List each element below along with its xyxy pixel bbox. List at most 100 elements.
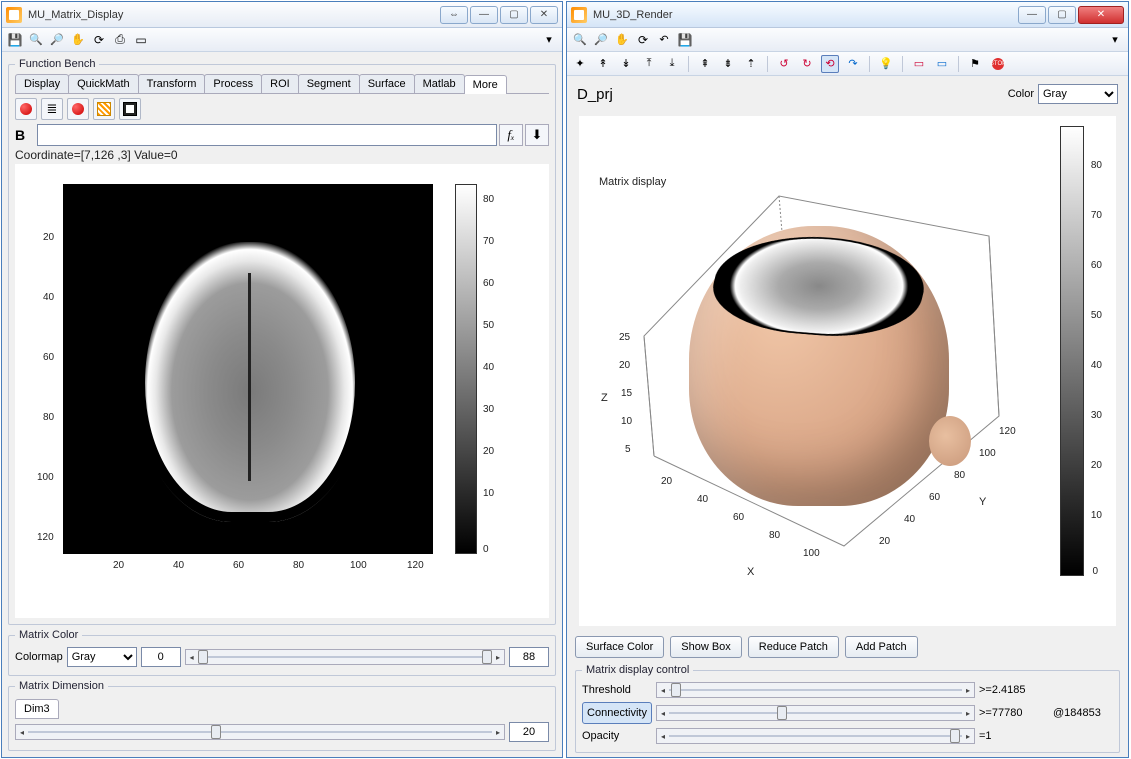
colormap-select[interactable]: Gray bbox=[67, 647, 137, 667]
xtick: 80 bbox=[769, 530, 780, 541]
doc-icon[interactable] bbox=[132, 31, 150, 49]
tab-matlab[interactable]: Matlab bbox=[414, 74, 465, 93]
box1-icon[interactable]: ▭ bbox=[910, 55, 928, 73]
rot4-icon[interactable]: ↷ bbox=[844, 55, 862, 73]
cbtick3d: 80 bbox=[1091, 160, 1102, 171]
maximize-button[interactable]: ▢ bbox=[1048, 6, 1076, 24]
tab-process[interactable]: Process bbox=[204, 74, 262, 93]
menu-chevron-icon[interactable]: ▾ bbox=[540, 31, 558, 49]
cbtick: 20 bbox=[483, 446, 494, 457]
bars-icon[interactable] bbox=[41, 98, 63, 120]
cbtick: 0 bbox=[483, 544, 489, 555]
threshold-slider[interactable]: ◂▸ bbox=[656, 682, 975, 698]
xtick: 20 bbox=[113, 560, 124, 571]
pan-icon[interactable] bbox=[613, 31, 631, 49]
save-icon[interactable] bbox=[676, 31, 694, 49]
function-bench-group: Function Bench Display QuickMath Transfo… bbox=[8, 58, 556, 625]
colormap-slider[interactable]: ◂▸ bbox=[185, 649, 505, 665]
zoom-in-icon[interactable] bbox=[571, 31, 589, 49]
formula-input[interactable] bbox=[37, 124, 497, 146]
minimize-button[interactable]: — bbox=[1018, 6, 1046, 24]
tab-transform[interactable]: Transform bbox=[138, 74, 206, 93]
dimension-value-input[interactable] bbox=[509, 722, 549, 742]
cbtick3d: 20 bbox=[1091, 460, 1102, 471]
zoom-in-icon[interactable] bbox=[27, 31, 45, 49]
light-icon[interactable] bbox=[877, 55, 895, 73]
cbtick3d: 0 bbox=[1092, 566, 1098, 577]
save-icon[interactable] bbox=[6, 31, 24, 49]
app-icon bbox=[571, 7, 587, 23]
rotate-icon[interactable] bbox=[634, 31, 652, 49]
ytick: 120 bbox=[37, 532, 54, 543]
film-icon[interactable] bbox=[119, 98, 141, 120]
axis5-icon[interactable]: ⇞ bbox=[696, 55, 714, 73]
maximize-button[interactable]: ▢ bbox=[500, 6, 528, 24]
window-title: MU_3D_Render bbox=[593, 9, 1016, 21]
run-button[interactable]: ⬇ bbox=[525, 124, 549, 146]
tab-segment[interactable]: Segment bbox=[298, 74, 360, 93]
opacity-slider[interactable]: ◂▸ bbox=[656, 728, 975, 744]
axis7-icon[interactable]: ⇡ bbox=[742, 55, 760, 73]
menu-chevron-icon[interactable]: ▾ bbox=[1106, 31, 1124, 49]
xtick: 120 bbox=[407, 560, 424, 571]
slice-plot[interactable]: 20 40 60 80 100 120 20 40 60 80 100 120 … bbox=[15, 164, 549, 618]
dim3-tab[interactable]: Dim3 bbox=[15, 699, 59, 719]
rot3-icon[interactable]: ⟲ bbox=[821, 55, 839, 73]
axis4-icon[interactable]: ⤓ bbox=[663, 55, 681, 73]
undock-button[interactable]: ⇔ bbox=[440, 6, 468, 24]
surface-color-button[interactable]: Surface Color bbox=[575, 636, 664, 658]
titlebar-right[interactable]: MU_3D_Render — ▢ ✕ bbox=[567, 2, 1128, 28]
print-icon[interactable] bbox=[111, 31, 129, 49]
tab-quickmath[interactable]: QuickMath bbox=[68, 74, 139, 93]
zoom-out-icon[interactable] bbox=[48, 31, 66, 49]
show-box-button[interactable]: Show Box bbox=[670, 636, 742, 658]
rotate-icon[interactable] bbox=[90, 31, 108, 49]
cbtick: 80 bbox=[483, 194, 494, 205]
ztick: 5 bbox=[625, 444, 631, 455]
fx-button[interactable]: fₓ bbox=[499, 124, 523, 146]
xtick: 100 bbox=[803, 548, 820, 559]
close-button[interactable]: ✕ bbox=[530, 6, 558, 24]
axis1-icon[interactable]: ↟ bbox=[594, 55, 612, 73]
stripes-icon[interactable] bbox=[93, 98, 115, 120]
threshold-label: Threshold bbox=[582, 684, 652, 696]
tab-surface[interactable]: Surface bbox=[359, 74, 415, 93]
axis3-icon[interactable]: ⤒ bbox=[640, 55, 658, 73]
axis6-icon[interactable]: ⇟ bbox=[719, 55, 737, 73]
red-sphere-icon[interactable] bbox=[15, 98, 37, 120]
tab-roi[interactable]: ROI bbox=[261, 74, 299, 93]
color-select[interactable]: Gray bbox=[1038, 84, 1118, 104]
render-title: D_prj bbox=[577, 86, 613, 103]
undo-icon[interactable]: ↶ bbox=[655, 31, 673, 49]
flag-icon[interactable]: ⚑ bbox=[966, 55, 984, 73]
connectivity-slider[interactable]: ◂▸ bbox=[656, 705, 975, 721]
titlebar-left[interactable]: MU_Matrix_Display ⇔ — ▢ ✕ bbox=[2, 2, 562, 28]
rot1-icon[interactable]: ↺ bbox=[775, 55, 793, 73]
toolbar-right-2: ✦ ↟ ↡ ⤒ ⤓ ⇞ ⇟ ⇡ ↺ ↻ ⟲ ↷ ▭ ▭ ⚑ STOP bbox=[567, 52, 1128, 76]
colormap-max-input[interactable] bbox=[509, 647, 549, 667]
z-axis-label: Z bbox=[601, 392, 608, 404]
ytick: 100 bbox=[979, 448, 996, 459]
minimize-button[interactable]: — bbox=[470, 6, 498, 24]
zoom-out-icon[interactable] bbox=[592, 31, 610, 49]
add-patch-button[interactable]: Add Patch bbox=[845, 636, 918, 658]
tab-more[interactable]: More bbox=[464, 75, 507, 94]
render-canvas[interactable]: Matrix display 25 20 15 10 5 Z 20 40 60 … bbox=[579, 116, 1116, 626]
tab-display[interactable]: Display bbox=[15, 74, 69, 93]
red-sphere2-icon[interactable] bbox=[67, 98, 89, 120]
connectivity-button[interactable]: Connectivity bbox=[582, 702, 652, 724]
reduce-patch-button[interactable]: Reduce Patch bbox=[748, 636, 839, 658]
coordinate-readout: Coordinate=[7,126 ,3] Value=0 bbox=[15, 146, 549, 164]
colormap-min-input[interactable] bbox=[141, 647, 181, 667]
pan-icon[interactable] bbox=[69, 31, 87, 49]
close-button[interactable]: ✕ bbox=[1078, 6, 1124, 24]
axis2-icon[interactable]: ↡ bbox=[617, 55, 635, 73]
color-label: Color bbox=[1008, 88, 1034, 100]
stop-icon[interactable]: STOP bbox=[989, 55, 1007, 73]
dimension-slider[interactable]: ◂▸ bbox=[15, 724, 505, 740]
rot2-icon[interactable]: ↻ bbox=[798, 55, 816, 73]
box2-icon[interactable]: ▭ bbox=[933, 55, 951, 73]
scatter-icon[interactable]: ✦ bbox=[571, 55, 589, 73]
ytick: 40 bbox=[904, 514, 915, 525]
xtick: 40 bbox=[173, 560, 184, 571]
